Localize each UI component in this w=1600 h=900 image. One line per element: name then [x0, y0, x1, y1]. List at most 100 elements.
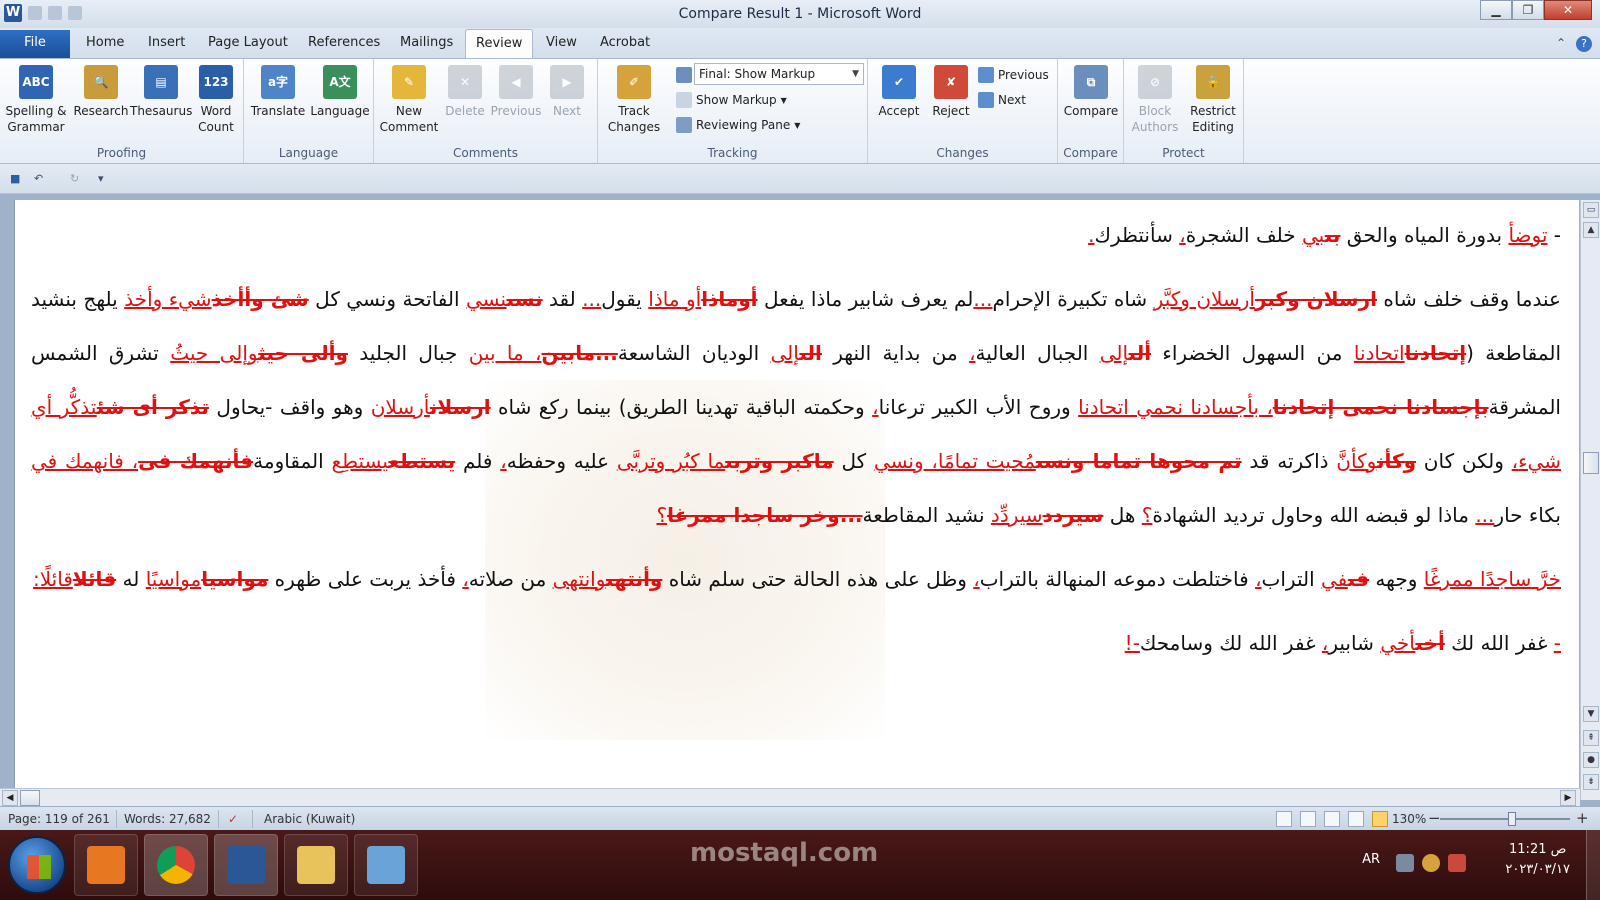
reject-button[interactable]: ✘ Reject — [924, 63, 978, 119]
explorer-taskbar-button[interactable] — [284, 834, 348, 896]
restrict-editing-button[interactable]: 🔒 Restrict Editing — [1184, 63, 1242, 135]
tab-view[interactable]: View — [546, 35, 577, 50]
scroll-up-icon[interactable]: ▲ — [1583, 222, 1599, 238]
web-layout-icon[interactable] — [1324, 811, 1340, 827]
tab-acrobat[interactable]: Acrobat — [600, 35, 650, 50]
show-markup-button[interactable]: Show Markup ▼ — [676, 92, 787, 108]
tab-review[interactable]: Review — [465, 29, 534, 59]
chrome-taskbar-button[interactable] — [144, 834, 208, 896]
start-button[interactable] — [8, 836, 66, 894]
language-indicator[interactable]: Arabic (Kuwait) — [264, 812, 355, 826]
tab-home[interactable]: Home — [86, 35, 124, 50]
browse-object-icon[interactable]: ● — [1583, 752, 1599, 768]
track-changes-button[interactable]: ✐ Track Changes — [602, 63, 666, 135]
proofing-status-icon[interactable]: ✓ — [228, 812, 238, 826]
word-count-indicator[interactable]: Words: 27,682 — [124, 812, 211, 826]
group-compare: ⧉ Compare Compare — [1058, 59, 1124, 163]
scroll-left-icon[interactable]: ◀ — [2, 790, 18, 806]
inserted-text: في — [1321, 567, 1348, 591]
next-comment-button[interactable]: ▶ Next — [542, 63, 592, 119]
tab-references[interactable]: References — [308, 35, 380, 50]
full-screen-reading-icon[interactable] — [1300, 811, 1316, 827]
block-authors-button[interactable]: ⊘ Block Authors — [1128, 63, 1182, 135]
reject-label: Reject — [932, 104, 970, 118]
action-center-icon[interactable] — [1422, 854, 1440, 872]
compare-icon: ⧉ — [1074, 65, 1108, 99]
undo-icon[interactable]: ↶ — [34, 172, 43, 185]
minimize-ribbon-icon[interactable]: ⌃ — [1556, 36, 1566, 52]
accept-label: Accept — [878, 104, 920, 118]
print-layout-icon[interactable] — [1276, 811, 1292, 827]
text-run: خلف الشجرة — [1185, 223, 1303, 247]
language-group-label: Language — [278, 146, 339, 160]
word-count-button[interactable]: 123 Word Count — [194, 63, 238, 135]
zoom-out-button[interactable]: − — [1428, 809, 1441, 827]
display-for-review-select[interactable]: Final: Show Markup ▼ — [694, 63, 864, 85]
research-button[interactable]: 🔍 Research — [70, 63, 132, 119]
tab-file[interactable]: File — [0, 30, 70, 58]
system-clock[interactable]: 11:21 ص ٢٠٢٣/٠٣/١٧ — [1505, 840, 1570, 880]
document-paragraph[interactable]: - غفر الله لك أخىأخي شابير، غفر الله لك … — [31, 616, 1561, 670]
help-icon[interactable]: ? — [1576, 36, 1592, 52]
minimize-button[interactable]: ▁ — [1480, 0, 1512, 20]
delete-comment-button[interactable]: ✕ Delete — [440, 63, 490, 119]
horizontal-scroll-thumb[interactable] — [20, 790, 40, 806]
reviewing-pane-button[interactable]: Reviewing Pane ▼ — [676, 117, 800, 133]
control-panel-taskbar-button[interactable] — [354, 834, 418, 896]
text-run: - — [1547, 223, 1561, 247]
previous-page-icon[interactable]: ⇞ — [1583, 730, 1599, 746]
spelling-grammar-button[interactable]: ABC Spelling & Grammar — [4, 63, 68, 135]
next-change-button[interactable]: Next — [978, 92, 1026, 108]
zoom-level[interactable]: 130% — [1392, 812, 1426, 826]
draft-view-icon[interactable] — [1372, 811, 1388, 827]
restrict-editing-label: Restrict Editing — [1190, 104, 1236, 134]
document-text[interactable]: - توضأ بدورة المياه والحق بىبي خلف الشجر… — [31, 208, 1561, 670]
previous-comment-button[interactable]: ◀ Previous — [488, 63, 544, 119]
deleted-text: بإجسادنا نحمى إتحادنا — [1272, 395, 1489, 419]
input-language-indicator[interactable]: AR — [1362, 852, 1380, 867]
tab-insert[interactable]: Insert — [148, 35, 185, 50]
media-player-taskbar-button[interactable] — [74, 834, 138, 896]
vertical-scrollbar[interactable]: ▭ ▲ ▼ ⇞ ● ⇟ — [1580, 200, 1600, 800]
accept-button[interactable]: ✔ Accept — [872, 63, 926, 119]
zoom-in-button[interactable]: + — [1576, 809, 1589, 827]
zoom-slider[interactable] — [1440, 818, 1570, 820]
word-taskbar-button[interactable] — [214, 834, 278, 896]
document-page[interactable]: - توضأ بدورة المياه والحق بىبي خلف الشجر… — [14, 200, 1579, 800]
text-run: الوديان الشاسعة — [617, 341, 771, 365]
scroll-right-icon[interactable]: ▶ — [1560, 790, 1576, 806]
text-run: من بداية النهر — [821, 341, 970, 365]
ruler-toggle-icon[interactable]: ▭ — [1583, 202, 1599, 218]
research-label: Research — [73, 104, 129, 118]
tab-page-layout[interactable]: Page Layout — [208, 35, 288, 50]
close-button[interactable]: ✕ — [1544, 0, 1592, 20]
new-comment-button[interactable]: ✎ New Comment — [378, 63, 440, 135]
outline-view-icon[interactable] — [1348, 811, 1364, 827]
scroll-thumb[interactable] — [1583, 452, 1599, 474]
redo-icon[interactable]: ↻ — [70, 172, 79, 185]
inserted-text: توضأ — [1508, 223, 1548, 247]
document-paragraph[interactable]: خرَّ ساجدًا ممرغًا وجهه فىفي التراب، فاخ… — [31, 552, 1561, 606]
maximize-button[interactable]: ❐ — [1512, 0, 1544, 20]
document-paragraph[interactable]: عندما وقف خلف شاه ارسلان وكبرأرسلان وكبَ… — [31, 272, 1561, 542]
inserted-text: وانتهى — [552, 567, 607, 591]
horizontal-scrollbar[interactable]: ◀ ▶ — [0, 788, 1580, 806]
previous-change-button[interactable]: Previous — [978, 67, 1049, 83]
save-icon[interactable]: ■ — [10, 172, 20, 185]
show-desktop-button[interactable] — [1586, 830, 1600, 900]
network-icon[interactable] — [1448, 854, 1466, 872]
translate-button[interactable]: a字 Translate — [248, 63, 308, 119]
compare-button[interactable]: ⧉ Compare — [1062, 63, 1120, 119]
tray-expand-icon[interactable] — [1396, 854, 1414, 872]
previous-change-label: Previous — [998, 68, 1049, 82]
tab-mailings[interactable]: Mailings — [400, 35, 453, 50]
page-indicator[interactable]: Page: 119 of 261 — [8, 812, 110, 826]
scroll-down-icon[interactable]: ▼ — [1583, 706, 1599, 722]
zoom-slider-handle[interactable] — [1507, 812, 1516, 826]
document-paragraph[interactable]: - توضأ بدورة المياه والحق بىبي خلف الشجر… — [31, 208, 1561, 262]
thesaurus-button[interactable]: ▤ Thesaurus — [130, 63, 192, 119]
next-page-icon[interactable]: ⇟ — [1583, 774, 1599, 790]
customize-toolbar-icon[interactable]: ▾ — [98, 172, 104, 185]
ribbon-review: ABC Spelling & Grammar 🔍 Research ▤ Thes… — [0, 58, 1600, 164]
language-button[interactable]: A文 Language — [308, 63, 372, 119]
